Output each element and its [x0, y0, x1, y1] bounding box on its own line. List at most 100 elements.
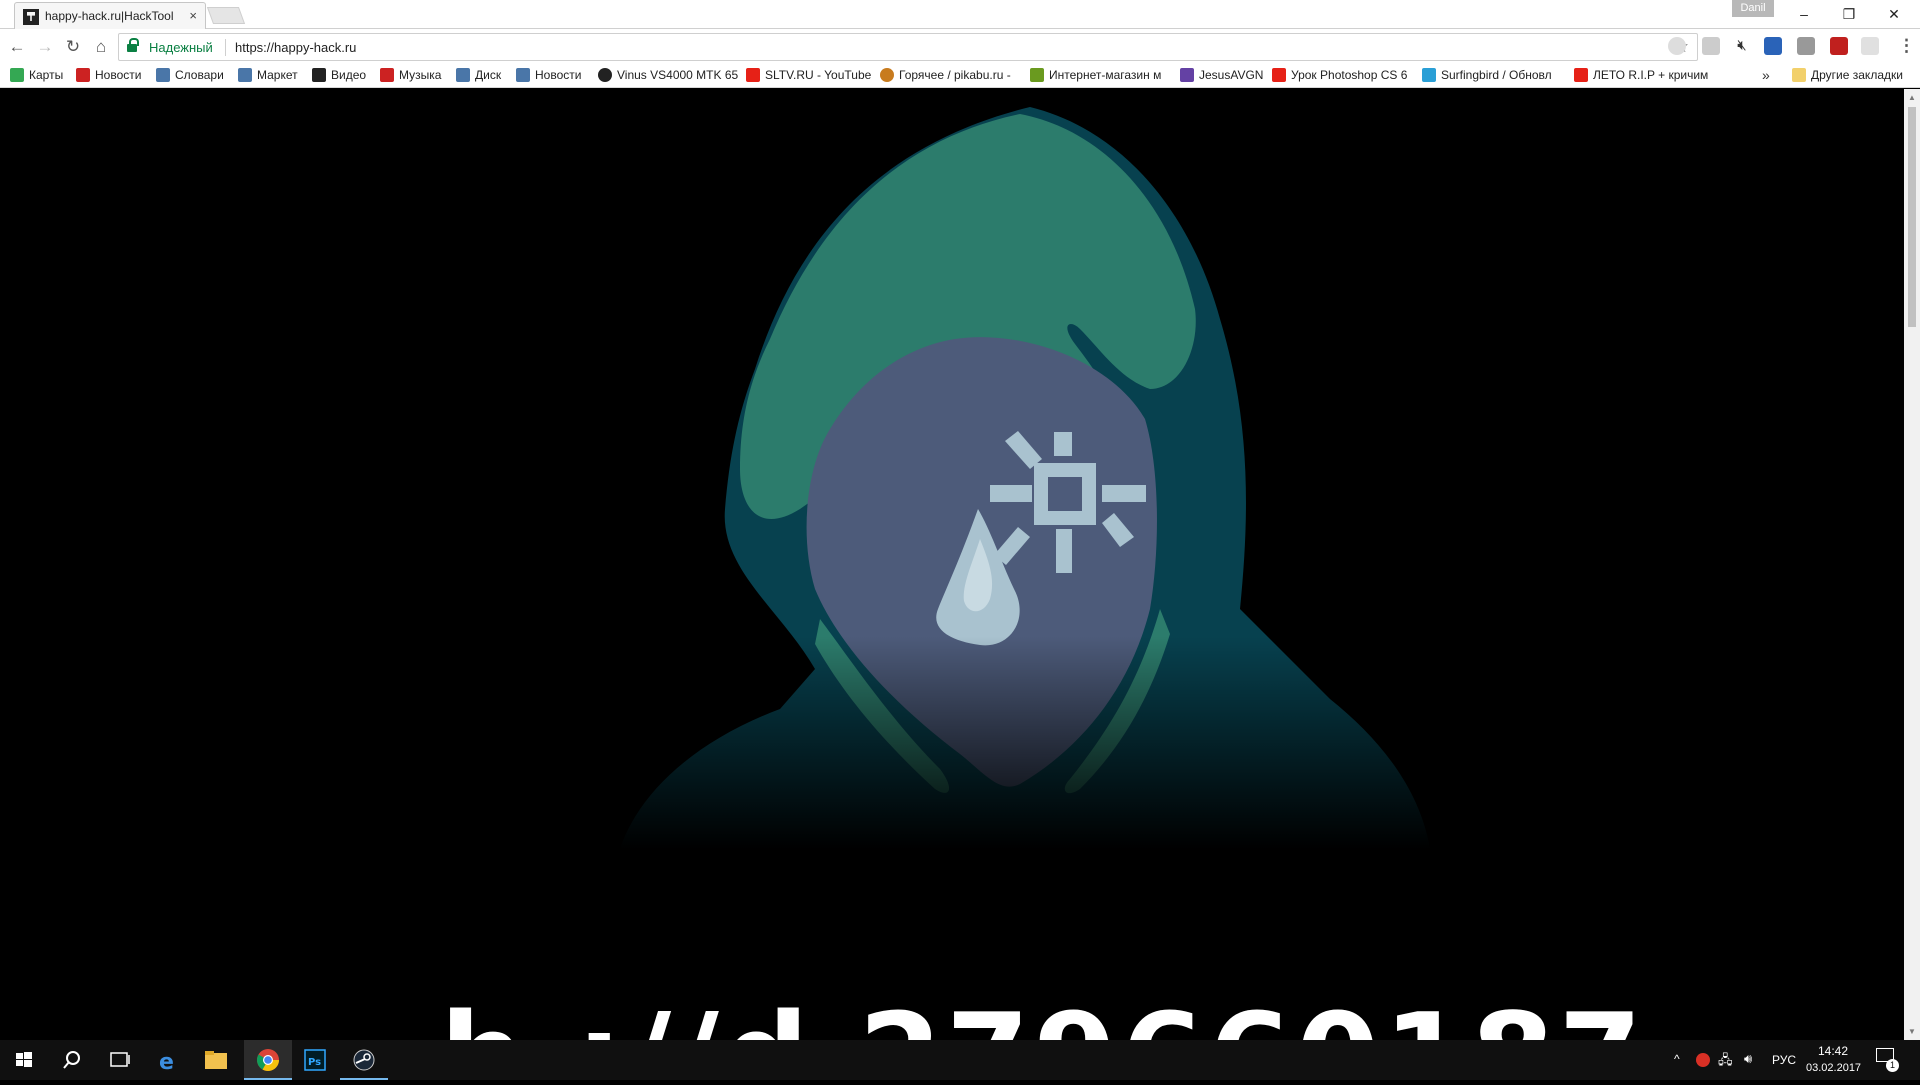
bookmark-label: Музыка [399, 68, 442, 82]
maps-icon [10, 68, 24, 82]
action-center-button[interactable]: 1 [1876, 1048, 1899, 1072]
folder-icon [1792, 68, 1806, 82]
chrome-taskbar-button[interactable] [244, 1040, 292, 1080]
youtube-icon [1574, 68, 1588, 82]
extension-p-icon[interactable] [1702, 37, 1720, 55]
home-icon[interactable]: ⌂ [88, 34, 114, 60]
scroll-down-icon[interactable]: ▼ [1908, 1027, 1916, 1036]
bookmark-label: Словари [175, 68, 224, 82]
bookmark-label: Горячее / pikabu.ru - [899, 68, 1011, 82]
bookmark-item[interactable]: Карты [10, 68, 63, 82]
bookmark-label: Карты [29, 68, 64, 82]
tab-strip: happy-hack.ru|HackTool × Danil – ❐ ✕ [0, 0, 1920, 29]
bookmark-item[interactable]: Интернет-магазин м [1030, 68, 1161, 82]
photoshop-taskbar-button[interactable]: Ps [292, 1040, 340, 1080]
mute-icon[interactable]: 🔇︎ [1733, 37, 1751, 55]
bookmark-label: Видео [331, 68, 367, 82]
chrome-menu-icon[interactable]: ⋮ [1898, 36, 1915, 56]
network-icon[interactable]: 🖧︎ [1718, 1051, 1733, 1073]
bookmarks-overflow-button[interactable]: » [1762, 67, 1770, 83]
tray-overflow-icon[interactable]: ^ [1674, 1052, 1680, 1066]
bookmark-item[interactable]: Новости [516, 68, 581, 82]
svg-text:Ps: Ps [308, 1057, 321, 1068]
surfingbird-icon [1422, 68, 1436, 82]
svg-text:e: e [159, 1050, 174, 1075]
edge-taskbar-button[interactable]: e [144, 1040, 192, 1080]
new-tab-button[interactable] [206, 7, 246, 24]
tab-close-icon[interactable]: × [189, 8, 197, 23]
bookmark-label: Новости [95, 68, 142, 82]
mail-extension-icon[interactable] [1764, 37, 1782, 55]
language-indicator[interactable]: РУС [1772, 1053, 1796, 1067]
back-icon[interactable]: ← [4, 34, 30, 60]
bookmark-label: ЛЕТО R.I.P + кричим [1593, 68, 1709, 82]
other-bookmarks-folder[interactable]: Другие закладки [1792, 68, 1903, 82]
start-button[interactable] [0, 1040, 48, 1080]
steam-taskbar-button[interactable] [340, 1040, 388, 1080]
task-view-button[interactable] [96, 1040, 144, 1080]
youtube-icon [746, 68, 760, 82]
bookmark-item[interactable]: Урок Photoshop CS 6 [1272, 68, 1407, 82]
secure-label: Надежный [149, 40, 213, 55]
omnibox-divider [225, 39, 226, 56]
hooded-hacker-illustration [0, 89, 1904, 849]
bookmark-item[interactable]: Vinus VS4000 MTK 65 [598, 68, 738, 82]
search-icon [63, 1051, 80, 1069]
profile-button[interactable]: Danil [1732, 0, 1774, 17]
bookmark-item[interactable]: Диск [456, 68, 501, 82]
address-bar[interactable]: Надежный https://happy-hack.ru ☆ [118, 33, 1698, 61]
youtube-icon [1272, 68, 1286, 82]
bookmark-item[interactable]: Маркет [238, 68, 298, 82]
bookmark-item[interactable]: Словари [156, 68, 224, 82]
hacktool-favicon-icon [23, 9, 39, 25]
bookmark-label: Урок Photoshop CS 6 [1291, 68, 1408, 82]
extension-s-icon[interactable] [1797, 37, 1815, 55]
explorer-taskbar-button[interactable] [192, 1040, 240, 1080]
bookmark-item[interactable]: Музыка [380, 68, 441, 82]
big-link-text[interactable]: h ://d 279660187 [440, 999, 1646, 1041]
disk-icon [456, 68, 470, 82]
clock-date[interactable]: 03.02.2017 [1806, 1062, 1861, 1074]
bookmark-item[interactable]: ЛЕТО R.I.P + кричим [1574, 68, 1708, 82]
adblock-icon[interactable] [1830, 37, 1848, 55]
folder-icon [205, 1051, 227, 1069]
bookmark-item[interactable]: Surfingbird / Обновл [1422, 68, 1552, 82]
close-window-button[interactable]: ✕ [1874, 3, 1914, 25]
cast-icon[interactable] [1861, 37, 1879, 55]
pikabu-icon [880, 68, 894, 82]
page-scrollbar[interactable]: ▲ ▼ [1904, 89, 1920, 1040]
lock-icon [127, 38, 139, 53]
browser-tab[interactable]: happy-hack.ru|HackTool × [14, 2, 206, 29]
bookmark-label: Vinus VS4000 MTK 65 [617, 68, 739, 82]
extension-chrome-icon[interactable] [1668, 37, 1686, 55]
shop-icon [1030, 68, 1044, 82]
vk-icon [516, 68, 530, 82]
clock-time[interactable]: 14:42 [1818, 1044, 1848, 1058]
task-view-icon [110, 1052, 130, 1067]
bookmark-item[interactable]: Горячее / pikabu.ru - [880, 68, 1011, 82]
bookmark-label: Интернет-магазин м [1049, 68, 1162, 82]
chrome-icon [257, 1049, 279, 1071]
search-button[interactable] [48, 1040, 96, 1080]
minimize-button[interactable]: – [1784, 3, 1824, 25]
volume-icon[interactable]: 🔊︎ [1744, 1051, 1752, 1067]
music-icon [380, 68, 394, 82]
scrollbar-thumb[interactable] [1908, 107, 1916, 327]
bookmark-item[interactable]: Видео [312, 68, 366, 82]
restore-button[interactable]: ❐ [1829, 3, 1869, 25]
url-text[interactable]: https://happy-hack.ru [235, 40, 356, 55]
bookmark-label: Диск [475, 68, 502, 82]
bookmark-item[interactable]: SLTV.RU - YouTube [746, 68, 871, 82]
mail-tray-icon[interactable] [1696, 1053, 1710, 1067]
twitch-icon [1180, 68, 1194, 82]
scroll-up-icon[interactable]: ▲ [1908, 93, 1916, 102]
bookmark-label: Surfingbird / Обновл [1441, 68, 1552, 82]
browser-toolbar: ← → ↻ ⌂ Надежный https://happy-hack.ru ☆… [0, 29, 1920, 64]
reload-icon[interactable]: ↻ [60, 34, 86, 60]
other-bookmarks-label: Другие закладки [1811, 68, 1903, 82]
bookmark-label: Маркет [257, 68, 298, 82]
forward-icon[interactable]: → [32, 34, 58, 60]
bookmark-item[interactable]: Новости [76, 68, 141, 82]
market-icon [238, 68, 252, 82]
bookmark-item[interactable]: JesusAVGN [1180, 68, 1263, 82]
